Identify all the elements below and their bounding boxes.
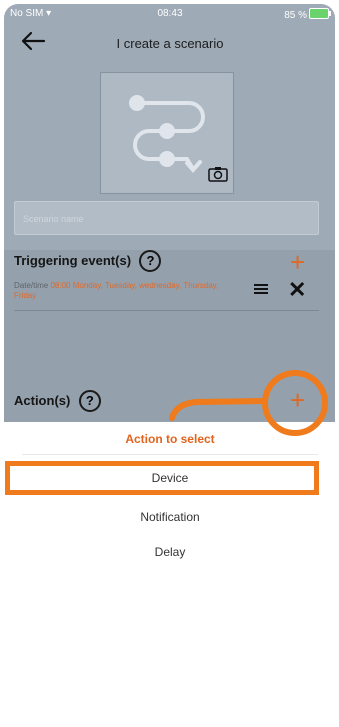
trigger-time: 08:00 [50,281,71,290]
camera-icon[interactable] [208,166,228,182]
scenario-name-input[interactable]: Scenario name [14,201,319,235]
page-title: I create a scenario [116,36,224,51]
sheet-divider [22,454,318,455]
back-arrow-icon[interactable] [20,30,46,52]
device-highlight-box [5,461,319,495]
trigger-divider [14,310,319,311]
battery-indicator: 85 % [284,8,331,21]
trigger-item[interactable]: Date/time 08:00 Monday, Tuesday, wednesd… [14,281,234,301]
battery-icon [309,8,331,19]
actions-section-header: Action(s) ? [14,390,101,412]
action-option-notification[interactable]: Notification [40,510,300,524]
remove-trigger-icon[interactable]: ✕ [288,279,306,301]
trigger-type: Date/time [14,281,49,290]
triggering-title: Triggering event(s) [14,253,132,269]
add-trigger-button[interactable]: + [290,249,305,275]
reorder-icon[interactable] [254,283,268,295]
carrier-label: No SIM ▾ [10,8,52,19]
status-bar: No SIM ▾ 08:43 85 % [10,8,331,22]
action-option-delay[interactable]: Delay [40,545,300,559]
wifi-icon: ▾ [46,8,52,19]
triggering-help-icon[interactable]: ? [139,250,162,272]
add-action-highlight-circle [262,370,328,436]
actions-help-icon[interactable]: ? [78,390,101,412]
screen: No SIM ▾ 08:43 85 % I create a scenario … [0,0,339,727]
action-sheet-title: Action to select [125,432,215,446]
actions-title: Action(s) [14,393,71,409]
triggering-section-header: Triggering event(s) ? [14,250,162,272]
status-time: 08:43 [157,8,183,19]
